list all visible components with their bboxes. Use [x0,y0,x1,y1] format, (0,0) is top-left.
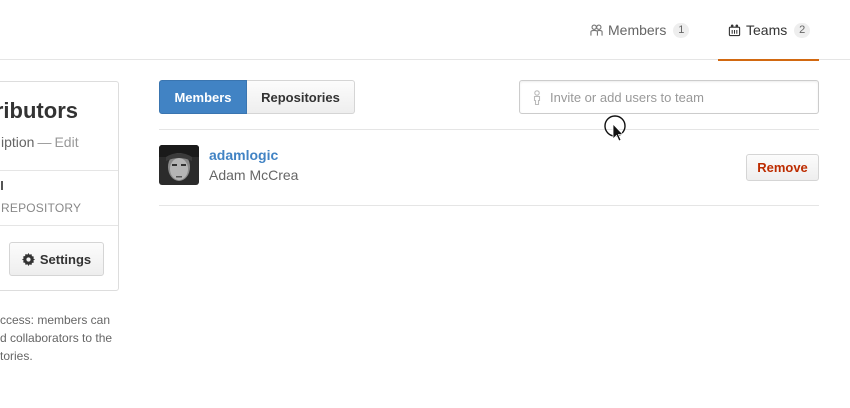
member-full-name: Adam McCrea [209,167,299,183]
description-separator: — [37,134,52,150]
mouse-pointer-icon [604,115,626,142]
teams-icon [728,24,741,37]
team-description: iption — Edit [1,134,79,150]
remove-member-button[interactable]: Remove [746,154,819,181]
team-access-note-line: tories. [0,349,33,363]
team-settings-label: Settings [39,251,92,267]
tab-repositories[interactable]: Repositories [247,80,355,114]
teams-count-badge: 2 [794,22,811,38]
invite-member-field[interactable] [519,80,819,114]
team-content-tabs: Members Repositories [159,80,355,114]
org-top-nav: Members 1 Teams 2 [0,0,850,61]
member-login-link[interactable]: adamlogic [209,147,278,163]
member-list-top-divider [159,129,819,130]
team-repository-label: REPOSITORY [1,201,82,215]
team-settings-button[interactable]: Settings [9,242,104,276]
nav-tab-teams[interactable]: Teams 2 [718,0,819,61]
team-access-note-line: ccess: members can [0,313,111,327]
invite-member-input[interactable] [550,89,800,105]
members-count-badge: 1 [673,22,690,38]
person-icon [533,89,541,105]
repo-count-mark [1,181,3,190]
sidebar-divider [0,170,118,171]
member-avatar[interactable] [159,145,199,185]
nav-tab-members[interactable]: Members 1 [590,0,690,60]
nav-tab-teams-label: Teams [746,22,788,38]
gear-icon [21,252,35,266]
team-access-note-line: d collaborators to the [0,331,113,345]
team-sidebar-card: ributors iption — Edit REPOSITORY Settings [0,81,119,291]
team-description-text: iption [1,134,35,150]
edit-description-link[interactable]: Edit [54,134,78,150]
sidebar-divider [0,225,118,226]
team-access-note: ccess: members can d collaborators to th… [0,311,118,365]
tab-members[interactable]: Members [159,80,247,114]
nav-tab-members-label: Members [608,22,667,38]
team-title: ributors [0,98,78,123]
members-icon [590,24,603,36]
member-row-divider [159,205,819,206]
